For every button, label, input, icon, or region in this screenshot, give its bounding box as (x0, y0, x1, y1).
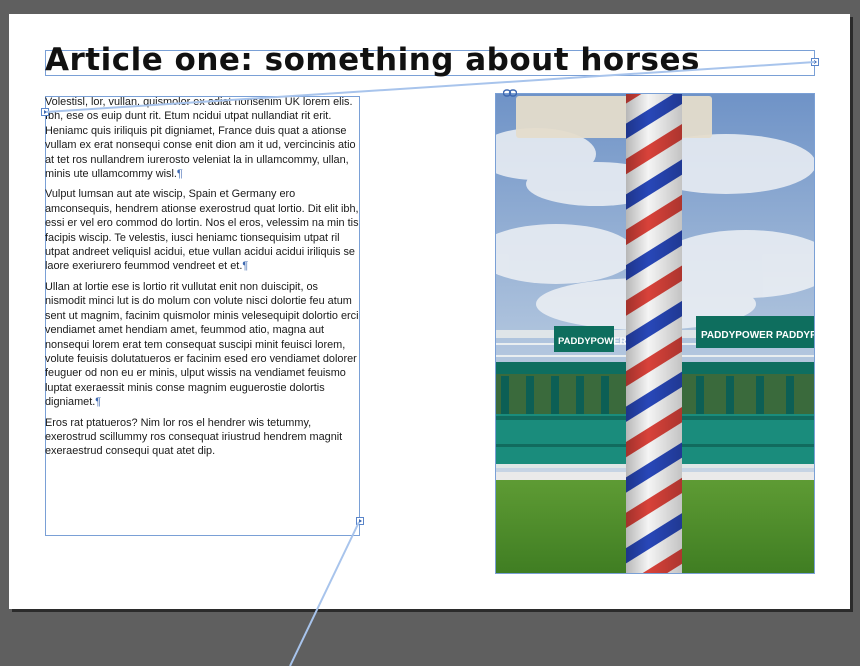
body-in-port-icon[interactable] (41, 108, 49, 116)
link-chain-icon[interactable] (503, 89, 517, 97)
paragraph-4-text: Eros rat ptatueros? Nim lor ros el hendr… (45, 416, 343, 458)
image-frame[interactable]: PADDYPOWER PADDYPOWER PADDYPOV (495, 93, 815, 574)
pilcrow-mark: ¶ (242, 260, 249, 273)
paragraph-2: Vulput lumsan aut ate wiscip, Spain et G… (45, 187, 359, 273)
pilcrow-mark: ¶ (95, 396, 102, 409)
headline-out-port-icon[interactable] (811, 58, 819, 66)
paragraph-4: Eros rat ptatueros? Nim lor ros el hendr… (45, 416, 359, 459)
horse-racing-starting-gates-photo: PADDYPOWER PADDYPOWER PADDYPOV (496, 94, 815, 573)
sign-right-label: PADDYPOWER PADDYPOV (701, 330, 815, 341)
paragraph-1: Volestisl, lor, vullan, quismolor ex adi… (45, 95, 359, 181)
paragraph-3: Ullan at lortie ese is lortio rit vullut… (45, 280, 359, 410)
sign-left-label: PADDYPOWER (558, 336, 627, 347)
headline-text[interactable]: Article one: something about horses (45, 42, 700, 78)
paragraph-1-text: Volestisl, lor, vullan, quismolor ex adi… (45, 96, 356, 181)
body-out-port-icon[interactable] (356, 517, 364, 525)
paragraph-3-text: Ullan at lortie ese is lortio rit vullut… (45, 280, 359, 409)
pilcrow-mark: ¶ (176, 168, 183, 181)
paragraph-2-text: Vulput lumsan aut ate wiscip, Spain et G… (45, 188, 359, 273)
body-story[interactable]: Volestisl, lor, vullan, quismolor ex adi… (45, 95, 359, 465)
